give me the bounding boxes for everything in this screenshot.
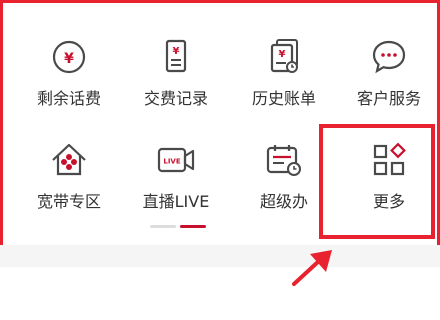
service-item-label: 客户服务 bbox=[356, 89, 421, 108]
service-item-label: 剩余话费 bbox=[36, 89, 101, 108]
svg-text:¥: ¥ bbox=[173, 46, 180, 57]
service-item-broadband-zone[interactable]: 宽带专区 bbox=[14, 140, 124, 230]
service-item-live-stream[interactable]: LIVE 直播LIVE bbox=[121, 140, 231, 230]
svg-text:¥: ¥ bbox=[279, 49, 286, 60]
calendar-clock-icon bbox=[266, 145, 301, 176]
service-item-label: 直播LIVE bbox=[142, 192, 210, 211]
page-indicator-dot[interactable] bbox=[150, 225, 176, 228]
svg-text:LIVE: LIVE bbox=[163, 158, 180, 166]
content-below-grid bbox=[0, 245, 440, 320]
service-item-bill-history[interactable]: ¥ 历史账单 bbox=[229, 37, 339, 127]
page-indicator-dot-active[interactable] bbox=[180, 225, 206, 228]
service-item-label: 宽带专区 bbox=[36, 192, 101, 211]
pointer-arrow-icon bbox=[292, 250, 332, 286]
service-item-remaining-balance[interactable]: ¥ 剩余话费 bbox=[14, 37, 124, 127]
highlight-box-more bbox=[319, 124, 435, 239]
service-item-label: 交费记录 bbox=[143, 89, 208, 108]
receipt-icon: ¥ bbox=[165, 39, 187, 73]
service-item-label: 历史账单 bbox=[251, 89, 316, 108]
service-item-customer-service[interactable]: 客户服务 bbox=[334, 37, 440, 127]
content-card bbox=[0, 267, 440, 320]
bill-history-icon: ¥ bbox=[270, 39, 298, 73]
home-network-icon bbox=[52, 143, 86, 176]
live-camera-icon: LIVE bbox=[157, 147, 195, 173]
chat-bubble-icon bbox=[372, 40, 406, 74]
yuan-coin-icon: ¥ bbox=[52, 40, 86, 74]
page-indicator bbox=[150, 225, 206, 229]
svg-text:¥: ¥ bbox=[64, 51, 74, 67]
service-item-payment-records[interactable]: ¥ 交费记录 bbox=[121, 37, 231, 127]
